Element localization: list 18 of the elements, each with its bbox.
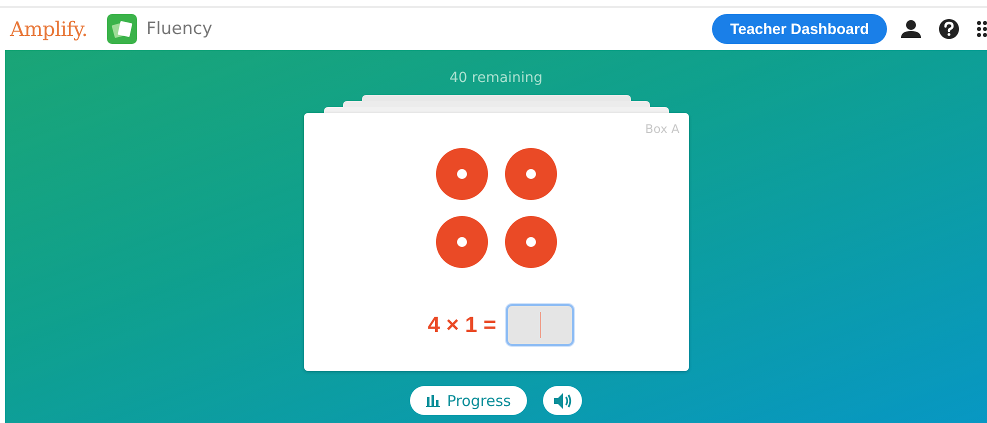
equation: 4 × 1 = xyxy=(428,312,496,338)
progress-button[interactable]: Progress xyxy=(410,386,527,415)
brand-logo: Amplify. xyxy=(10,17,88,41)
answer-field[interactable] xyxy=(506,304,574,346)
speaker-icon xyxy=(554,392,572,408)
app-name: Fluency xyxy=(146,19,212,39)
counter-dot-icon xyxy=(436,148,488,200)
apps-grid-icon[interactable] xyxy=(977,21,987,37)
help-icon[interactable] xyxy=(939,19,959,39)
bar-chart-icon xyxy=(426,394,440,406)
counter-dot-icon xyxy=(504,216,556,268)
teacher-dashboard-button[interactable]: Teacher Dashboard xyxy=(712,14,887,44)
counter-dot-icon xyxy=(504,148,556,200)
remaining-count: 40 remaining xyxy=(450,70,542,88)
user-icon[interactable] xyxy=(901,20,921,38)
cards-icon xyxy=(107,14,138,44)
sound-button[interactable] xyxy=(543,386,582,415)
counter-dot-icon xyxy=(436,216,488,268)
